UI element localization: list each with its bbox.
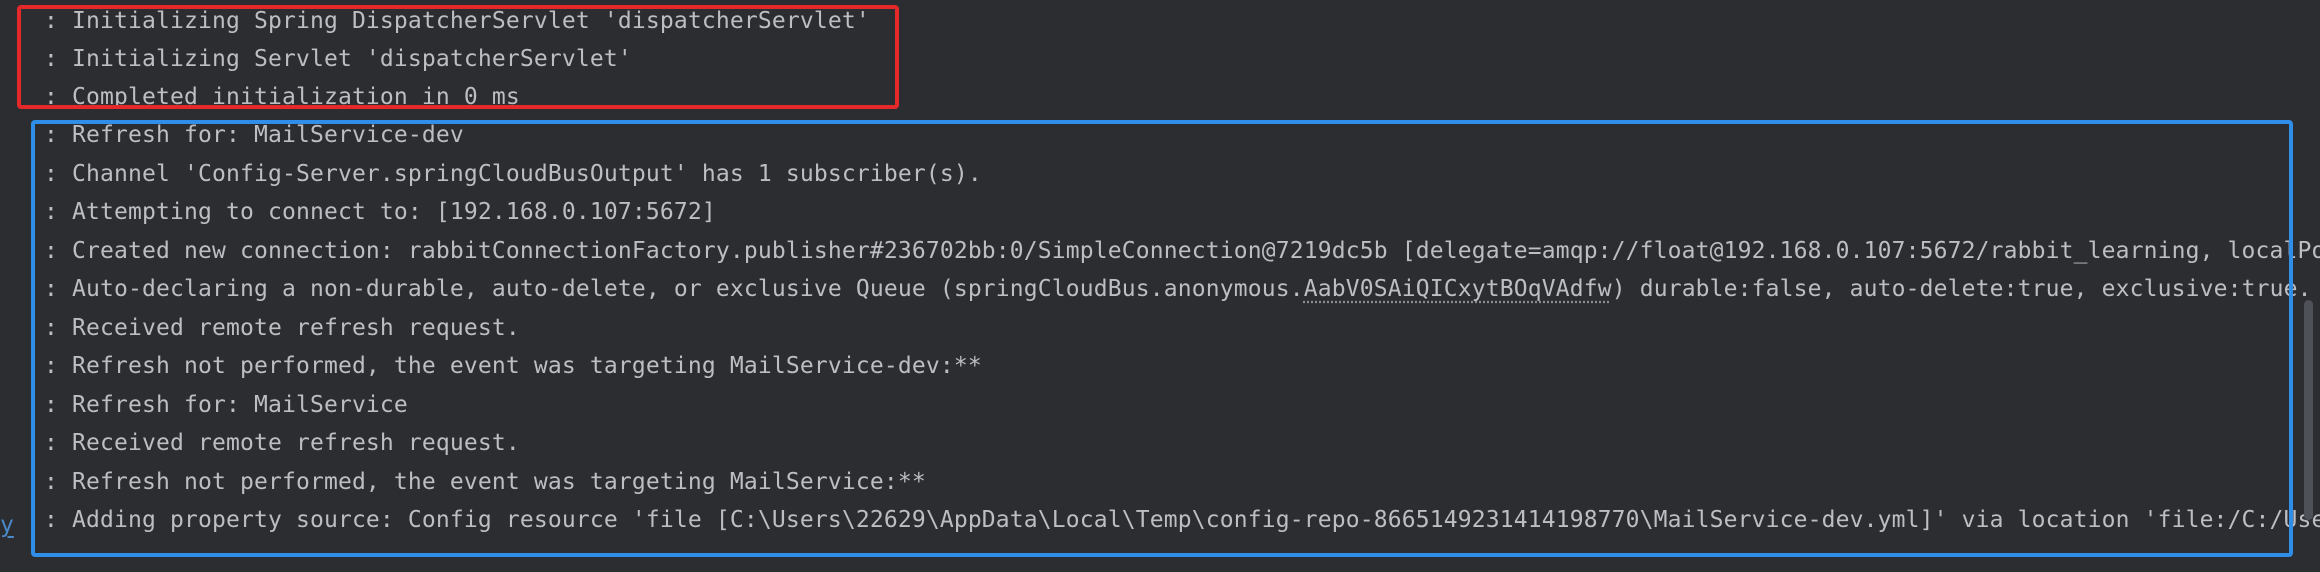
log-source-link[interactable]: y [0,506,14,544]
console-output[interactable]: : Initializing Spring DispatcherServlet … [0,0,2320,572]
blue-highlight-box [31,120,2293,557]
red-highlight-box [17,5,899,109]
scrollbar-thumb[interactable] [2304,300,2313,520]
